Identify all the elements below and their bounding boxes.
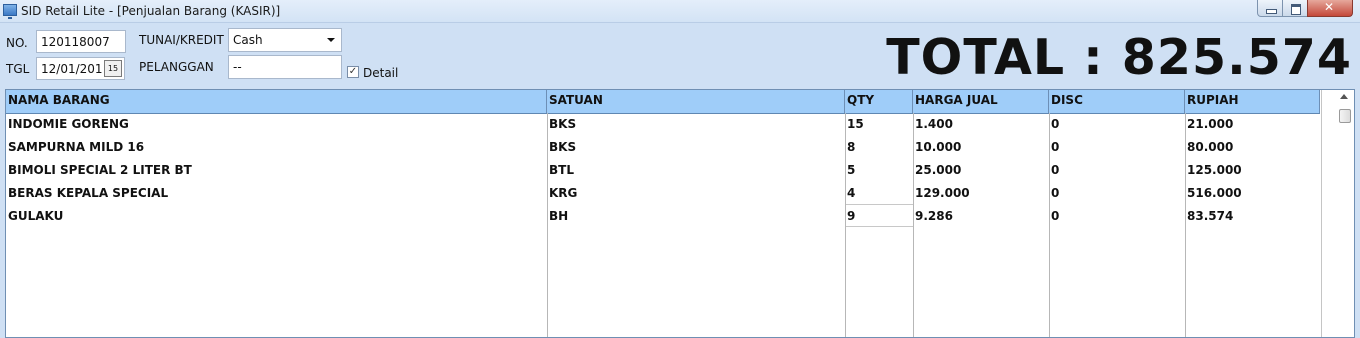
no-field[interactable]: 120118007 (36, 30, 126, 53)
cell-harga-jual[interactable]: 129.000 (915, 186, 970, 200)
cell-harga-jual[interactable]: 10.000 (915, 140, 961, 154)
column-header-nama-barang[interactable]: NAMA BARANG (6, 90, 547, 113)
column-header-disc[interactable]: DISC (1049, 90, 1185, 113)
items-grid[interactable]: NAMA BARANG SATUAN QTY HARGA JUAL DISC RUPIAH… (5, 89, 1355, 338)
cell-nama-barang[interactable]: INDOMIE GORENG (8, 117, 129, 131)
cell-satuan[interactable]: BKS (549, 117, 576, 131)
minimize-button[interactable] (1257, 0, 1283, 17)
payment-value: Cash (233, 33, 263, 47)
cell-harga-jual[interactable]: 25.000 (915, 163, 961, 177)
cell-satuan[interactable]: KRG (549, 186, 577, 200)
cell-nama-barang[interactable]: SAMPURNA MILD 16 (8, 140, 144, 154)
customer-field[interactable]: -- (228, 55, 342, 79)
grid-header-row: NAMA BARANG SATUAN QTY HARGA JUAL DISC RUPIAH (6, 90, 1320, 114)
cell-rupiah[interactable]: 516.000 (1187, 186, 1242, 200)
detail-label: Detail (363, 66, 399, 80)
cell-disc[interactable]: 0 (1051, 186, 1059, 200)
vertical-scrollbar[interactable] (1321, 90, 1354, 337)
cell-disc[interactable]: 0 (1051, 117, 1059, 131)
cell-qty[interactable]: 15 (847, 117, 864, 131)
cell-nama-barang[interactable]: BERAS KEPALA SPECIAL (8, 186, 168, 200)
no-label: NO. (6, 36, 28, 50)
scroll-up-arrow-icon[interactable] (1340, 94, 1348, 99)
column-header-satuan[interactable]: SATUAN (547, 90, 845, 113)
close-button[interactable] (1307, 0, 1353, 17)
cell-disc[interactable]: 0 (1051, 209, 1059, 223)
column-divider (913, 113, 914, 337)
cell-rupiah[interactable]: 83.574 (1187, 209, 1233, 223)
title-bar: SID Retail Lite - [Penjualan Barang (KAS… (0, 0, 1360, 23)
scroll-thumb[interactable] (1339, 109, 1351, 123)
column-header-harga-jual[interactable]: HARGA JUAL (913, 90, 1049, 113)
column-header-rupiah[interactable]: RUPIAH (1185, 90, 1320, 113)
chevron-down-icon[interactable] (327, 38, 335, 42)
cell-qty[interactable]: 9 (847, 209, 855, 223)
total-display: TOTAL : 825.574 (886, 29, 1352, 86)
cell-qty[interactable]: 8 (847, 140, 855, 154)
column-divider (1185, 113, 1186, 337)
cell-harga-jual[interactable]: 9.286 (915, 209, 953, 223)
cell-qty[interactable]: 4 (847, 186, 855, 200)
cell-harga-jual[interactable]: 1.400 (915, 117, 953, 131)
app-monitor-icon (3, 4, 17, 19)
detail-checkbox[interactable]: ✓ (347, 66, 359, 78)
cell-disc[interactable]: 0 (1051, 163, 1059, 177)
cell-disc[interactable]: 0 (1051, 140, 1059, 154)
tgl-label: TGL (6, 62, 30, 76)
cell-rupiah[interactable]: 80.000 (1187, 140, 1233, 154)
column-divider (547, 113, 548, 337)
cell-rupiah[interactable]: 21.000 (1187, 117, 1233, 131)
cell-qty[interactable]: 5 (847, 163, 855, 177)
cell-satuan[interactable]: BTL (549, 163, 574, 177)
payment-select[interactable]: Cash (228, 28, 342, 52)
column-divider (1049, 113, 1050, 337)
date-picker[interactable]: 12/01/201 15 (36, 57, 125, 80)
cell-nama-barang[interactable]: BIMOLI SPECIAL 2 LITER BT (8, 163, 192, 177)
calendar-icon[interactable]: 15 (104, 60, 122, 77)
date-value: 12/01/201 (41, 62, 103, 76)
column-header-qty[interactable]: QTY (845, 90, 913, 113)
cell-rupiah[interactable]: 125.000 (1187, 163, 1242, 177)
restore-button[interactable] (1282, 0, 1308, 17)
column-divider (845, 113, 846, 337)
cell-nama-barang[interactable]: GULAKU (8, 209, 63, 223)
cell-satuan[interactable]: BKS (549, 140, 576, 154)
customer-label: PELANGGAN (139, 60, 214, 74)
window-title: SID Retail Lite - [Penjualan Barang (KAS… (21, 4, 281, 18)
payment-label: TUNAI/KREDIT (139, 33, 224, 47)
cell-satuan[interactable]: BH (549, 209, 568, 223)
